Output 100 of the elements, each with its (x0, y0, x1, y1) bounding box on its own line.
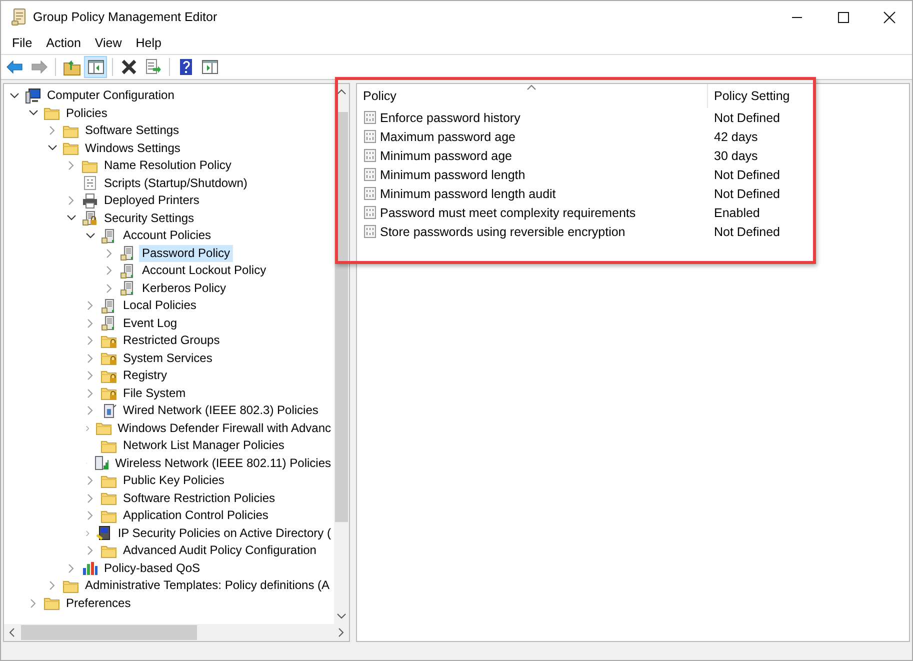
scroll-left-icon[interactable] (9, 628, 15, 637)
tree-item[interactable]: System Services (120, 350, 216, 367)
tree-item[interactable]: Wired Network (IEEE 802.3) Policies (120, 402, 322, 420)
window-title: Group Policy Management Editor (33, 10, 218, 24)
tree-item[interactable]: Policy-based QoS (101, 560, 204, 577)
expand-chevron-icon[interactable] (48, 126, 57, 136)
server-lock-icon (82, 210, 98, 226)
expand-chevron-icon[interactable] (67, 161, 76, 170)
expand-chevron-icon[interactable] (67, 196, 76, 206)
policy-name[interactable]: Minimum password length audit (380, 186, 556, 200)
tree-item[interactable]: Scripts (Startup/Shutdown) (101, 174, 250, 192)
server-icon (120, 280, 136, 296)
bar-chart-icon (82, 560, 98, 576)
collapse-chevron-icon[interactable] (67, 215, 76, 222)
policy-setting: Not Defined (714, 224, 780, 238)
lock-folder-icon (101, 350, 117, 366)
collapse-chevron-icon[interactable] (48, 145, 57, 152)
expand-chevron-icon[interactable] (86, 511, 95, 520)
tree-item[interactable]: Account Lockout Policy (139, 262, 270, 280)
collapse-chevron-icon[interactable] (29, 110, 38, 116)
expand-chevron-icon[interactable] (105, 284, 114, 293)
expand-chevron-icon[interactable] (86, 494, 95, 503)
expand-chevron-icon[interactable] (86, 336, 95, 346)
tree-item[interactable]: Administrative Templates: Policy definitions (A (82, 577, 333, 594)
tree-item[interactable]: Local Policies (120, 297, 200, 314)
policy-setting: Not Defined (714, 168, 780, 182)
tree-item[interactable]: Kerberos Policy (139, 280, 230, 297)
policy-icon (363, 167, 377, 182)
column-header[interactable]: Policy (363, 89, 396, 103)
tree-item[interactable]: Registry (120, 367, 170, 384)
expand-chevron-icon[interactable] (86, 301, 95, 310)
tree-item[interactable]: Advanced Audit Policy Configuration (120, 542, 320, 560)
tree-item[interactable]: Wireless Network (IEEE 802.11) Policies (112, 454, 334, 472)
policy-icon (363, 186, 377, 201)
policy-setting: 30 days (714, 148, 758, 162)
policy-name[interactable]: Password must meet complexity requirements (380, 206, 636, 220)
expand-chevron-icon[interactable] (48, 581, 57, 590)
expand-chevron-icon[interactable] (29, 598, 38, 608)
expand-chevron-icon[interactable] (86, 371, 95, 380)
menu-item[interactable]: Help (128, 36, 168, 50)
vertical-scrollbar[interactable] (334, 84, 349, 624)
expand-chevron-icon[interactable] (86, 528, 90, 538)
tree-item[interactable]: Network List Manager Policies (120, 437, 288, 454)
tree-item[interactable]: IP Security Policies on Active Directory ( (114, 524, 334, 542)
tree-item[interactable]: Computer Configuration (44, 87, 178, 104)
tree-item[interactable]: Restricted Groups (120, 332, 223, 350)
server-icon (120, 245, 136, 262)
wireless-icon (93, 455, 110, 472)
tree-item[interactable]: Application Control Policies (120, 507, 272, 524)
server-icon (120, 262, 136, 279)
column-header[interactable]: Policy Setting (714, 89, 790, 103)
tree-item[interactable]: Security Settings (101, 210, 198, 227)
folder-icon (44, 595, 60, 612)
tree-item[interactable]: Password Policy (139, 244, 234, 262)
expand-chevron-icon[interactable] (67, 564, 76, 573)
expand-chevron-icon[interactable] (105, 248, 114, 258)
printer-icon (82, 192, 98, 209)
scroll-right-icon[interactable] (338, 628, 344, 637)
server-icon (101, 228, 117, 244)
policy-name[interactable]: Minimum password age (380, 148, 512, 162)
expand-chevron-icon[interactable] (105, 266, 114, 276)
scroll-up-icon[interactable] (337, 89, 346, 95)
tree-item[interactable]: Account Policies (120, 227, 214, 244)
tree-item[interactable]: Public Key Policies (120, 472, 228, 490)
folder-icon (101, 490, 117, 506)
expand-chevron-icon[interactable] (86, 354, 95, 363)
network-icon (101, 402, 117, 419)
tree-item[interactable]: File System (120, 384, 189, 402)
collapse-chevron-icon[interactable] (86, 232, 95, 239)
policy-icon (363, 129, 377, 144)
tree-item[interactable]: Policies (63, 104, 110, 122)
expand-chevron-icon[interactable] (86, 476, 95, 486)
tree-pane-button[interactable] (84, 56, 107, 78)
tree-item[interactable]: Deployed Printers (101, 192, 202, 210)
policy-setting: 42 days (714, 130, 758, 144)
tree-item[interactable]: Preferences (63, 594, 134, 612)
expand-chevron-icon[interactable] (86, 546, 95, 556)
policy-name[interactable]: Store passwords using reversible encryption (380, 224, 626, 238)
expand-chevron-icon[interactable] (86, 406, 95, 416)
menu-item[interactable]: View (88, 36, 129, 50)
menu-item[interactable]: Action (39, 36, 88, 50)
collapse-chevron-icon[interactable] (10, 92, 19, 99)
lock-folder-icon (101, 385, 117, 402)
tree-item[interactable]: Software Settings (82, 122, 182, 140)
tree-item[interactable]: Name Resolution Policy (101, 157, 234, 174)
policy-name[interactable]: Minimum password length (380, 168, 526, 182)
expand-chevron-icon[interactable] (86, 388, 95, 398)
policy-name[interactable]: Maximum password age (380, 130, 516, 144)
tree-item[interactable]: Windows Settings (82, 140, 184, 157)
expand-chevron-icon[interactable] (86, 318, 95, 328)
tree-item[interactable]: Software Restriction Policies (120, 490, 278, 507)
expand-chevron-icon[interactable] (86, 424, 90, 433)
scroll-down-icon[interactable] (337, 613, 346, 619)
folder-icon (63, 140, 79, 156)
folder-icon (44, 105, 60, 122)
horizontal-scrollbar[interactable] (4, 624, 349, 641)
menu-item[interactable]: File (5, 36, 40, 50)
policy-name[interactable]: Enforce password history (380, 110, 520, 124)
tree-item[interactable]: Event Log (120, 314, 180, 332)
tree-item[interactable]: Windows Defender Firewall with Advanc (114, 420, 334, 437)
